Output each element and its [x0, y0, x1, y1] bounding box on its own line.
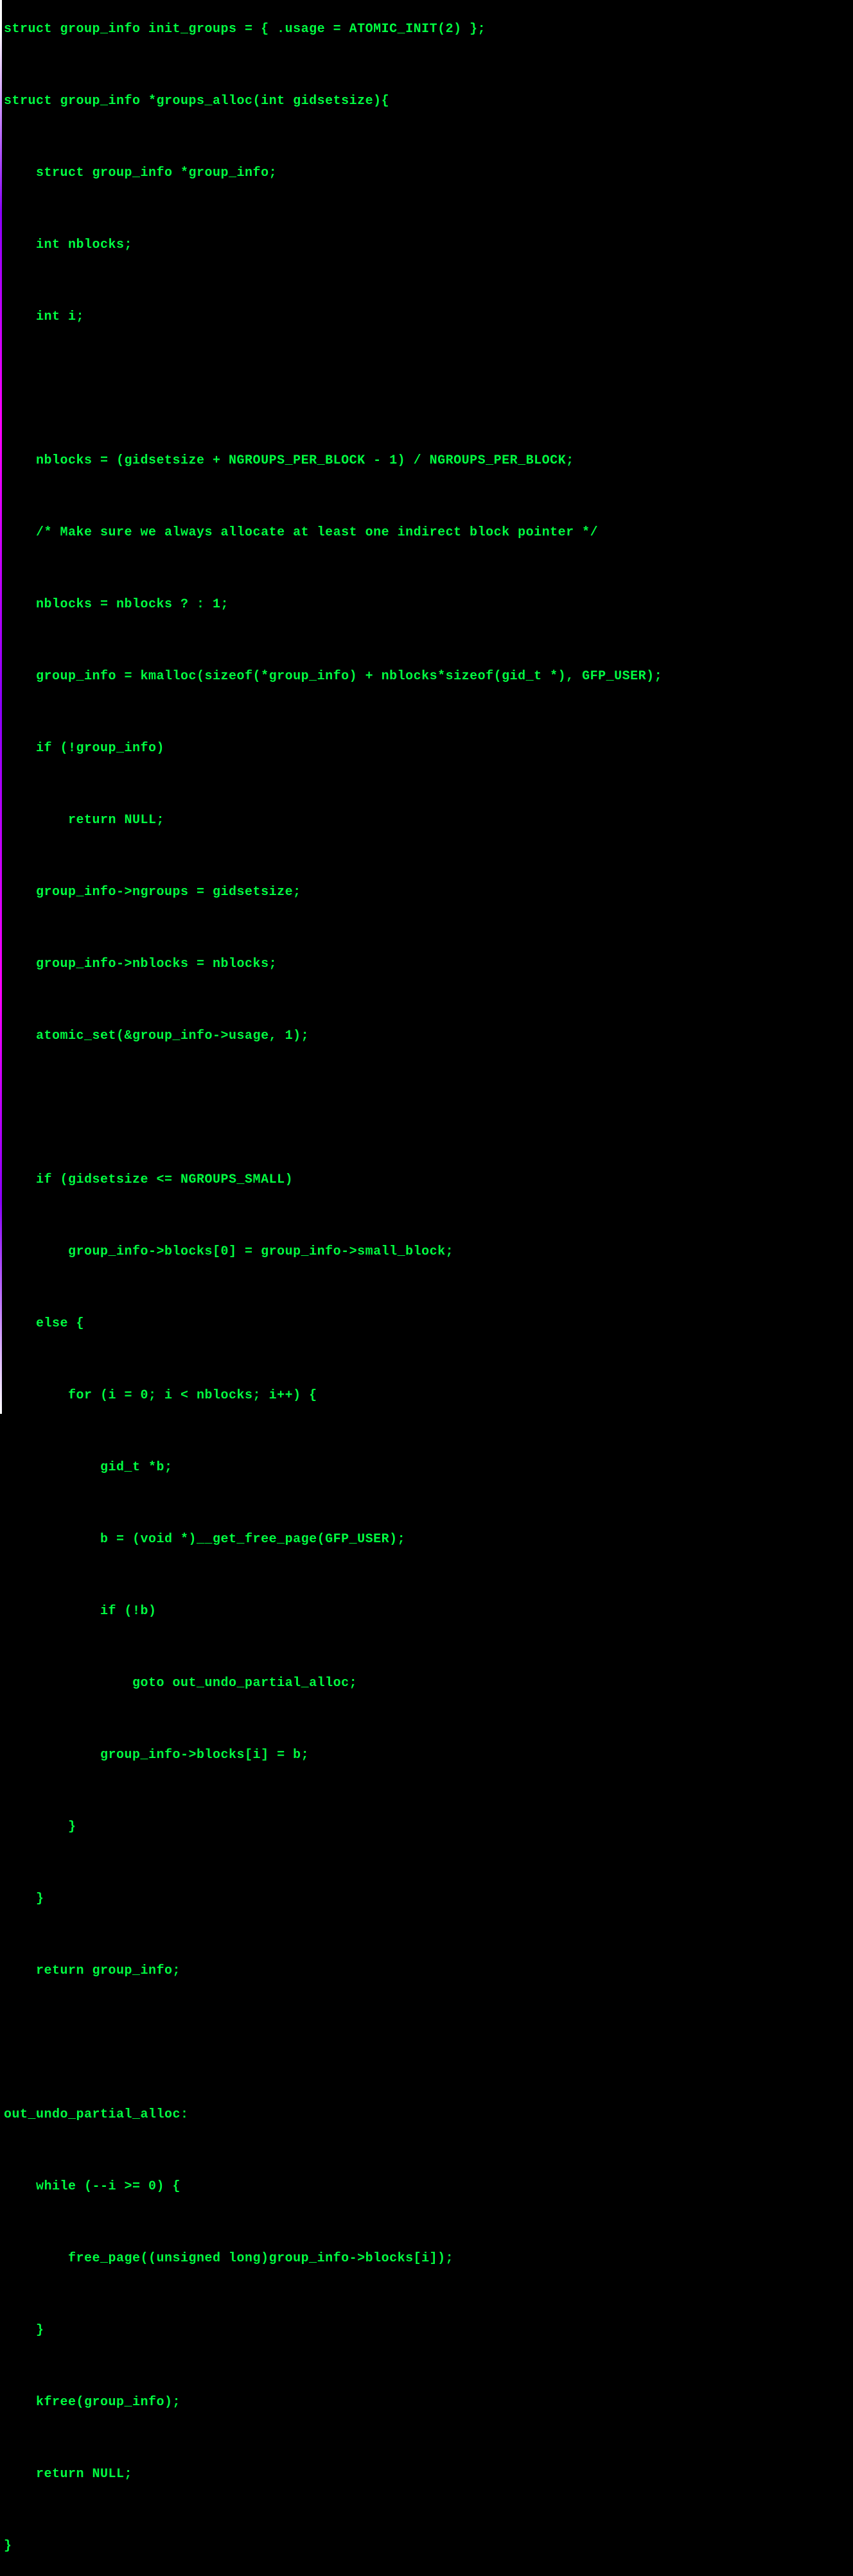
code-line: [4, 1351, 853, 1369]
code-line: [4, 704, 853, 722]
code-line: [4, 128, 853, 146]
code-line: struct group_info init_groups = { .usage…: [4, 21, 853, 39]
code-line: [4, 57, 853, 74]
code-line: }: [4, 2537, 853, 2555]
code-line: [4, 776, 853, 794]
code-line: [4, 2214, 853, 2232]
code-line: while (--i >= 0) {: [4, 2178, 853, 2196]
code-line: return NULL;: [4, 2466, 853, 2484]
code-line: [4, 2070, 853, 2088]
code-line: if (!group_info): [4, 740, 853, 758]
code-line: group_info->blocks[i] = b;: [4, 1746, 853, 1764]
code-line: [4, 2430, 853, 2448]
code-line: b = (void *)__get_free_page(GFP_USER);: [4, 1531, 853, 1549]
code-line: [4, 848, 853, 866]
code-line: for (i = 0; i < nblocks; i++) {: [4, 1387, 853, 1405]
code-line: [4, 2286, 853, 2304]
code-line: [4, 2358, 853, 2376]
code-line: return group_info;: [4, 1962, 853, 1980]
code-line: [4, 1279, 853, 1297]
code-line: [4, 1710, 853, 1728]
code-line: [4, 1207, 853, 1225]
code-line: group_info->blocks[0] = group_info->smal…: [4, 1243, 853, 1261]
code-line: [4, 1567, 853, 1585]
code-line: else {: [4, 1315, 853, 1333]
code-line: [4, 2034, 853, 2052]
code-line: [4, 2142, 853, 2160]
code-line: [4, 488, 853, 506]
code-line: [4, 560, 853, 578]
code-line: group_info = kmalloc(sizeof(*group_info)…: [4, 668, 853, 686]
code-line: int i;: [4, 308, 853, 326]
code-line: [4, 380, 853, 398]
code-line: [4, 1854, 853, 1872]
code-line: [4, 1099, 853, 1117]
code-line: [4, 1998, 853, 2016]
code-line: gid_t *b;: [4, 1459, 853, 1477]
code-line: kfree(group_info);: [4, 2394, 853, 2412]
code-line: [4, 272, 853, 290]
code-line: [4, 200, 853, 218]
code-line: [4, 632, 853, 650]
code-line: goto out_undo_partial_alloc;: [4, 1675, 853, 1693]
code-line: group_info->nblocks = nblocks;: [4, 955, 853, 973]
code-line: return NULL;: [4, 812, 853, 830]
code-line: nblocks = nblocks ? : 1;: [4, 596, 853, 614]
code-line: [4, 1926, 853, 1944]
code-line: if (!b): [4, 1603, 853, 1621]
code-line: }: [4, 1818, 853, 1836]
code-line: [4, 2502, 853, 2519]
code-line: [4, 416, 853, 434]
code-line: nblocks = (gidsetsize + NGROUPS_PER_BLOC…: [4, 452, 853, 470]
code-block: struct group_info init_groups = { .usage…: [0, 0, 853, 2576]
code-line: [4, 1423, 853, 1441]
code-line: int nblocks;: [4, 236, 853, 254]
code-line: if (gidsetsize <= NGROUPS_SMALL): [4, 1171, 853, 1189]
code-line: free_page((unsigned long)group_info->blo…: [4, 2250, 853, 2268]
code-line: }: [4, 2322, 853, 2340]
code-line: struct group_info *group_info;: [4, 164, 853, 182]
code-line: [4, 1639, 853, 1657]
code-line: [4, 344, 853, 362]
code-line: [4, 991, 853, 1009]
code-line: struct group_info *groups_alloc(int gids…: [4, 92, 853, 110]
code-line: /* Make sure we always allocate at least…: [4, 524, 853, 542]
code-line: [4, 919, 853, 937]
code-line: [4, 1063, 853, 1081]
code-line: group_info->ngroups = gidsetsize;: [4, 883, 853, 901]
code-line: atomic_set(&group_info->usage, 1);: [4, 1027, 853, 1045]
code-line: [4, 1135, 853, 1153]
code-line: [4, 1782, 853, 1800]
left-accent-border: [0, 0, 2, 1414]
code-line: [4, 1495, 853, 1513]
code-line: out_undo_partial_alloc:: [4, 2106, 853, 2124]
code-line: }: [4, 1890, 853, 1908]
